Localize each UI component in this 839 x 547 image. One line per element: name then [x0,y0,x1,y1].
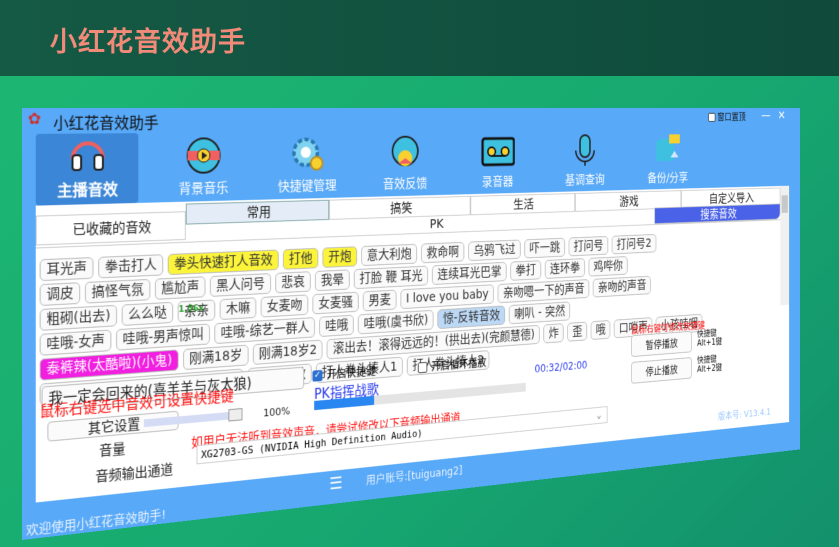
sound-button[interactable]: 哇哦-男声惊叫 [116,323,211,351]
sound-button[interactable]: 刚满18岁 [182,344,249,371]
sound-button[interactable]: 女麦骚 [312,291,359,315]
sound-button[interactable]: 哇哦(虞书欣) [358,309,434,335]
flower-logo-icon: ✿ [27,108,42,128]
cassette-icon [480,134,514,169]
sound-button[interactable]: 意大利炮 [361,243,418,267]
sound-button[interactable]: 亲吻嗯一下的声音 [497,279,590,304]
sound-button[interactable]: 连环拳 [544,258,585,279]
header-band: 小红花音效助手 [0,0,839,76]
sound-button[interactable]: 打问号2 [611,234,657,255]
sound-button[interactable]: 女麦吻 [260,294,309,318]
sound-button[interactable]: 么么哒 [121,301,174,326]
sound-button[interactable]: 哇哦-综艺一群人 [214,317,316,345]
sound-button[interactable]: 刚满18岁2 [252,339,323,365]
sound-button[interactable]: 哇哦 [319,314,354,338]
sound-button[interactable]: 亲吻的声音 [592,275,652,298]
menu-icon[interactable]: ☰ [329,473,342,494]
sound-button[interactable]: 搞怪气氛 [84,278,151,304]
sound-button[interactable]: 木嘛 [219,297,257,321]
tool-anchor-sounds[interactable]: 主播音效 [35,133,139,206]
tool-backup-share[interactable]: 备份/分享 [627,129,708,190]
stop-hotkey: 快捷键 Alt+2键 [697,355,723,375]
scrollbar[interactable] [780,185,790,306]
speed-badge: 1.56x [178,303,204,315]
database-icon [652,133,683,166]
pause-hotkey: 快捷键 Alt+1键 [697,329,723,349]
tab-favorites[interactable]: 已收藏的音效 [35,211,186,246]
sound-button[interactable]: 打脸 鞭 耳光 [353,265,428,290]
sound-button[interactable]: 黑人问号 [209,273,271,297]
sound-button[interactable]: 打问号 [568,235,609,257]
page-title: 小红花音效助手 [50,27,246,58]
sound-button[interactable]: 打他 [282,247,319,270]
title-bar: ✿ 小红花音效助手 窗口置顶 — ✕ [22,108,800,133]
sound-button[interactable]: 耳光声 [39,257,94,282]
sound-button[interactable]: 救命啊 [421,241,465,264]
sound-button[interactable]: 连续耳光巴掌 [431,261,507,286]
sound-button[interactable]: 炸 [543,323,564,344]
sound-button[interactable]: 喇叭 - 突然 [508,301,571,325]
sound-button[interactable]: 男麦 [362,289,397,312]
tool-hotkey-manager[interactable]: 快捷键管理 [256,132,357,200]
app-window: ✿ 小红花音效助手 窗口置顶 — ✕ 主播音效 背景音乐 快捷键管理 音效反馈 … [22,108,801,540]
sound-button[interactable]: 惊-反转音效 [437,305,506,330]
sound-button[interactable]: 拳头快速打人音效 [167,249,279,276]
sound-button[interactable]: 尴尬声 [154,276,206,300]
window-title: 小红花音效助手 [53,113,159,133]
sound-button[interactable]: 悲哀 [275,271,311,294]
sound-button[interactable]: 开炮 [322,246,358,268]
minimize-button[interactable]: — [760,108,773,122]
gear-icon [288,136,327,173]
tool-recorder[interactable]: 录音器 [452,130,542,194]
sound-button[interactable]: 拳击打人 [98,254,164,279]
close-button[interactable]: ✕ [775,108,787,122]
sound-button[interactable]: 乌鸦飞过 [468,239,521,262]
sound-button[interactable]: 鸡哔你 [588,256,628,277]
pin-window-checkbox[interactable]: 窗口置顶 [708,110,746,123]
sound-button[interactable]: 歪 [567,321,588,342]
sound-button[interactable]: 我晕 [314,269,350,292]
welcome-text: 欢迎使用小红花音效助手! [25,507,167,539]
feedback-icon [387,135,423,171]
sound-button[interactable]: 调皮 [39,282,81,307]
chevron-down-icon: ⌄ [596,409,602,421]
tool-feedback[interactable]: 音效反馈 [357,131,452,197]
volume-label: 音量 [99,441,126,460]
sound-button[interactable]: I love you baby [400,284,494,310]
tool-background-music[interactable]: 背景音乐 [149,132,256,202]
sound-button[interactable]: 粗砌(出去) [39,304,117,331]
microphone-icon [569,133,602,167]
volume-value: 100% [263,404,291,420]
tool-key-lookup[interactable]: 基调查询 [542,130,627,193]
sound-button[interactable]: 哇哦-女声 [39,329,112,356]
headphones-icon [66,133,110,173]
sound-button[interactable]: 哦 [590,320,611,340]
music-disc-icon [183,136,224,175]
account-label: 用户账号:[tuiguang2] [365,464,463,488]
sound-button[interactable]: 吓一跳 [524,237,566,259]
sound-button[interactable]: 拳打 [510,260,542,281]
